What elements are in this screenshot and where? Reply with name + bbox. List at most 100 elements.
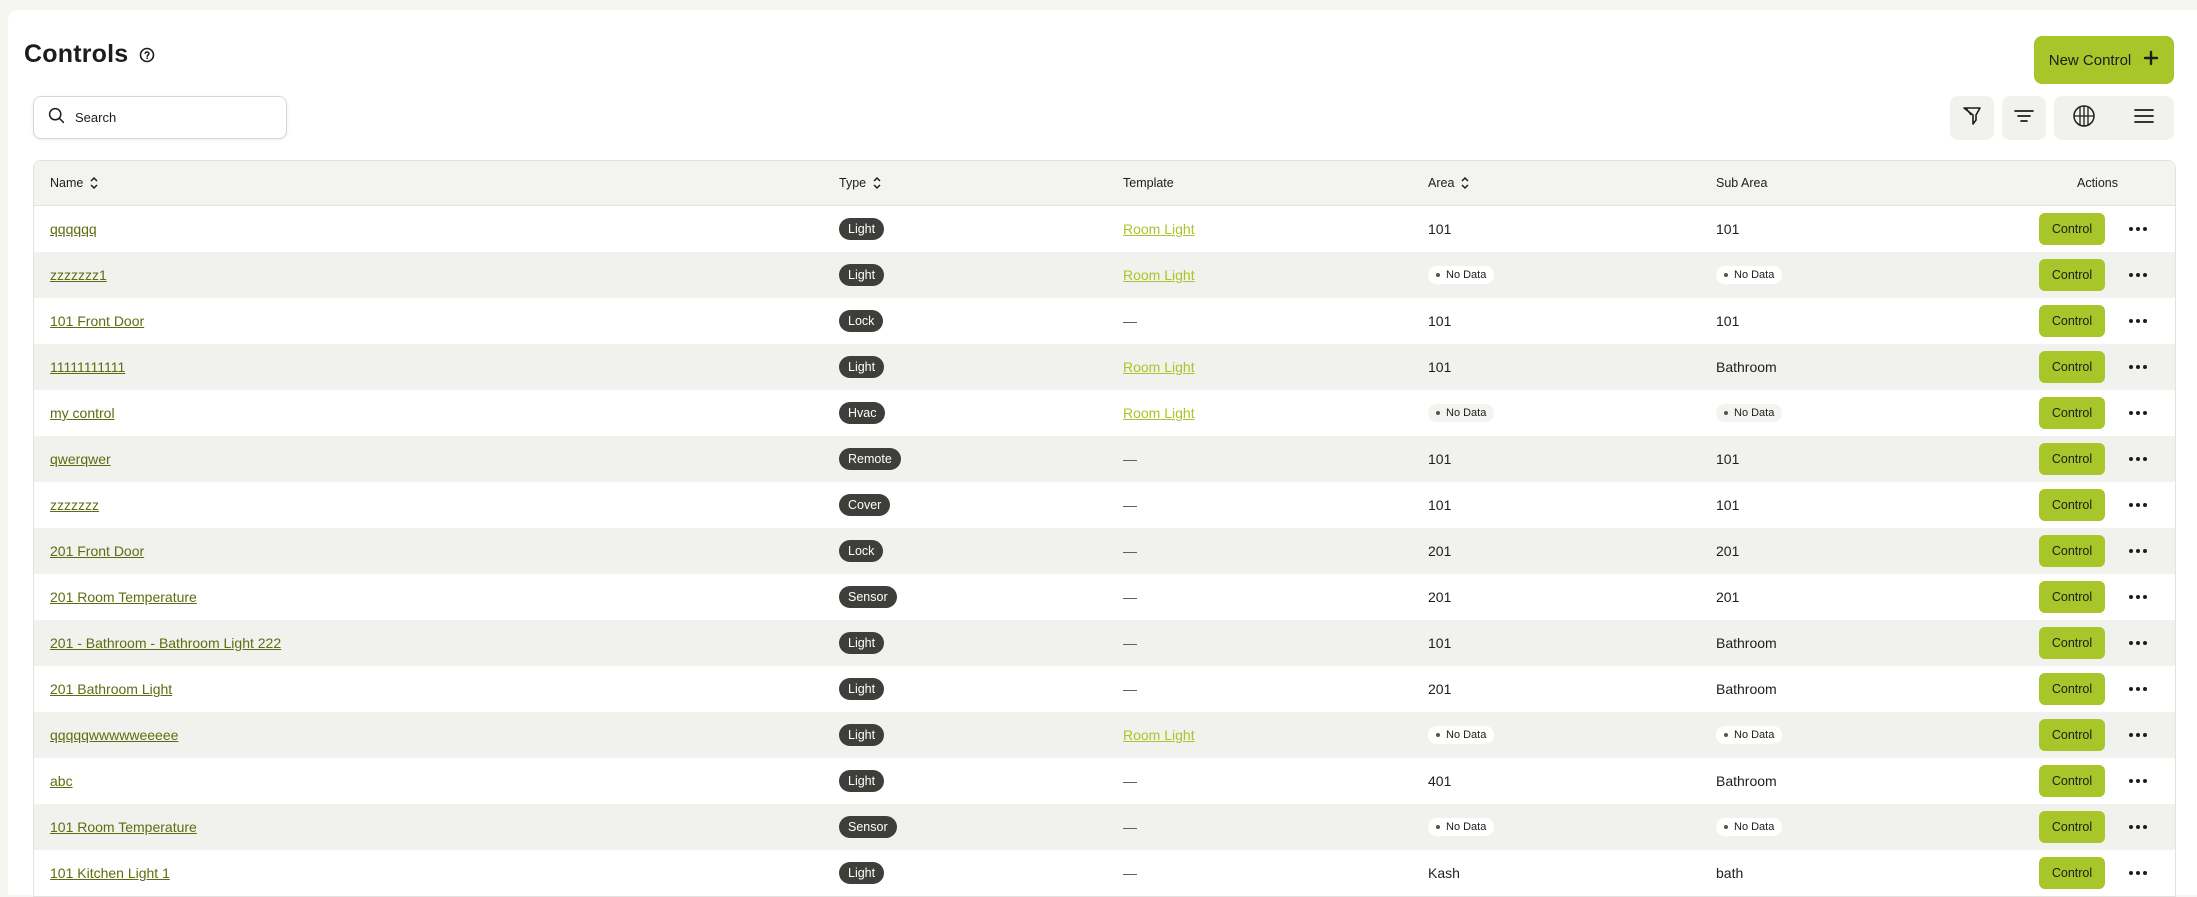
more-options-icon[interactable] bbox=[2125, 407, 2151, 419]
control-button[interactable]: Control bbox=[2039, 581, 2105, 613]
table-body: qqqqqq Light Room Light 101 101 Control … bbox=[34, 206, 2175, 896]
control-button[interactable]: Control bbox=[2039, 259, 2105, 291]
table-row: 101 Front Door Lock — 101 101 Control bbox=[34, 298, 2175, 344]
control-name-link[interactable]: 201 Bathroom Light bbox=[50, 681, 172, 697]
control-button[interactable]: Control bbox=[2039, 673, 2105, 705]
more-options-icon[interactable] bbox=[2125, 683, 2151, 695]
more-options-icon[interactable] bbox=[2125, 453, 2151, 465]
more-options-icon[interactable] bbox=[2125, 499, 2151, 511]
name-cell: 201 Bathroom Light bbox=[50, 681, 172, 697]
template-link[interactable]: Room Light bbox=[1123, 221, 1195, 237]
sub-area-value: bath bbox=[1716, 865, 1744, 881]
more-options-icon[interactable] bbox=[2125, 821, 2151, 833]
control-name-link[interactable]: 201 Room Temperature bbox=[50, 589, 197, 605]
help-icon[interactable] bbox=[138, 46, 156, 64]
control-button[interactable]: Control bbox=[2039, 443, 2105, 475]
sub-area-value: 201 bbox=[1716, 589, 1740, 605]
control-name-link[interactable]: 11111111111 bbox=[50, 359, 125, 375]
type-cell: Light bbox=[839, 356, 885, 378]
control-name-link[interactable]: qqqqqq bbox=[50, 221, 97, 237]
area-value: Kash bbox=[1428, 865, 1460, 881]
name-cell: 101 Room Temperature bbox=[50, 819, 197, 835]
area-cell: 201 bbox=[1428, 589, 1451, 605]
grid-view-icon bbox=[2072, 104, 2096, 133]
no-data-label: No Data bbox=[1734, 407, 1775, 419]
sub-area-value: Bathroom bbox=[1716, 359, 1777, 375]
control-button[interactable]: Control bbox=[2039, 811, 2105, 843]
more-options-icon[interactable] bbox=[2125, 545, 2151, 557]
control-name-link[interactable]: 201 - Bathroom - Bathroom Light 222 bbox=[50, 635, 281, 651]
sub-area-cell: No Data bbox=[1716, 266, 1783, 284]
new-control-button[interactable]: New Control bbox=[2034, 36, 2174, 84]
column-header-type[interactable]: Type bbox=[839, 176, 882, 190]
column-header-name[interactable]: Name bbox=[50, 176, 99, 190]
sort-icon[interactable] bbox=[872, 176, 882, 190]
more-options-icon[interactable] bbox=[2125, 269, 2151, 281]
list-view-button[interactable] bbox=[2114, 96, 2174, 140]
area-cell: 101 bbox=[1428, 497, 1451, 513]
control-name-link[interactable]: my control bbox=[50, 405, 115, 421]
control-name-link[interactable]: zzzzzzz1 bbox=[50, 267, 107, 283]
sub-area-value: 101 bbox=[1716, 497, 1740, 513]
area-value: 101 bbox=[1428, 313, 1452, 329]
more-options-icon[interactable] bbox=[2125, 315, 2151, 327]
control-name-link[interactable]: 201 Front Door bbox=[50, 543, 144, 559]
control-name-link[interactable]: zzzzzzz bbox=[50, 497, 99, 513]
more-options-icon[interactable] bbox=[2125, 637, 2151, 649]
control-button[interactable]: Control bbox=[2039, 305, 2105, 337]
control-button[interactable]: Control bbox=[2039, 535, 2105, 567]
no-data-badge: No Data bbox=[1716, 818, 1783, 836]
template-link[interactable]: Room Light bbox=[1123, 267, 1195, 283]
control-button[interactable]: Control bbox=[2039, 489, 2105, 521]
control-button[interactable]: Control bbox=[2039, 857, 2105, 889]
search-input[interactable] bbox=[73, 109, 267, 126]
area-cell: No Data bbox=[1428, 266, 1495, 284]
more-options-icon[interactable] bbox=[2125, 223, 2151, 235]
sub-area-value: Bathroom bbox=[1716, 635, 1777, 651]
no-data-badge: No Data bbox=[1428, 726, 1495, 744]
control-name-link[interactable]: 101 Front Door bbox=[50, 313, 144, 329]
name-cell: 201 - Bathroom - Bathroom Light 222 bbox=[50, 635, 281, 651]
column-header-area[interactable]: Area bbox=[1428, 176, 1470, 190]
name-cell: 201 Room Temperature bbox=[50, 589, 197, 605]
no-data-label: No Data bbox=[1446, 729, 1487, 741]
control-name-link[interactable]: abc bbox=[50, 773, 73, 789]
table-row: 201 Bathroom Light Light — 201 Bathroom … bbox=[34, 666, 2175, 712]
control-name-link[interactable]: qqqqqwwwwweeeee bbox=[50, 727, 178, 743]
search-box[interactable] bbox=[33, 96, 287, 139]
sub-area-cell: Bathroom bbox=[1716, 635, 1777, 651]
filter-button-group bbox=[2002, 96, 2046, 140]
control-name-link[interactable]: qwerqwer bbox=[50, 451, 111, 467]
template-empty: — bbox=[1123, 819, 1137, 835]
type-cell: Sensor bbox=[839, 816, 897, 838]
sort-icon[interactable] bbox=[1460, 176, 1470, 190]
sort-icon[interactable] bbox=[89, 176, 99, 190]
control-name-link[interactable]: 101 Room Temperature bbox=[50, 819, 197, 835]
control-button[interactable]: Control bbox=[2039, 719, 2105, 751]
column-header-sub-area: Sub Area bbox=[1716, 176, 1767, 190]
area-cell: 401 bbox=[1428, 773, 1451, 789]
control-name-link[interactable]: 101 Kitchen Light 1 bbox=[50, 865, 170, 881]
more-options-icon[interactable] bbox=[2125, 729, 2151, 741]
funnel-filter-button[interactable] bbox=[1950, 96, 1994, 140]
more-options-icon[interactable] bbox=[2125, 867, 2151, 879]
control-button[interactable]: Control bbox=[2039, 397, 2105, 429]
control-button[interactable]: Control bbox=[2039, 627, 2105, 659]
name-cell: 201 Front Door bbox=[50, 543, 144, 559]
actions-cell: Control bbox=[2039, 305, 2151, 337]
control-button[interactable]: Control bbox=[2039, 213, 2105, 245]
more-options-icon[interactable] bbox=[2125, 361, 2151, 373]
control-button[interactable]: Control bbox=[2039, 765, 2105, 797]
actions-cell: Control bbox=[2039, 811, 2151, 843]
table-row: 101 Room Temperature Sensor — No Data No… bbox=[34, 804, 2175, 850]
template-link[interactable]: Room Light bbox=[1123, 359, 1195, 375]
grid-view-button[interactable] bbox=[2054, 96, 2114, 140]
more-options-icon[interactable] bbox=[2125, 775, 2151, 787]
more-options-icon[interactable] bbox=[2125, 591, 2151, 603]
type-cell: Light bbox=[839, 678, 885, 700]
filter-lines-button[interactable] bbox=[2002, 96, 2046, 140]
template-link[interactable]: Room Light bbox=[1123, 405, 1195, 421]
control-button[interactable]: Control bbox=[2039, 351, 2105, 383]
template-link[interactable]: Room Light bbox=[1123, 727, 1195, 743]
sub-area-cell: bath bbox=[1716, 865, 1743, 881]
